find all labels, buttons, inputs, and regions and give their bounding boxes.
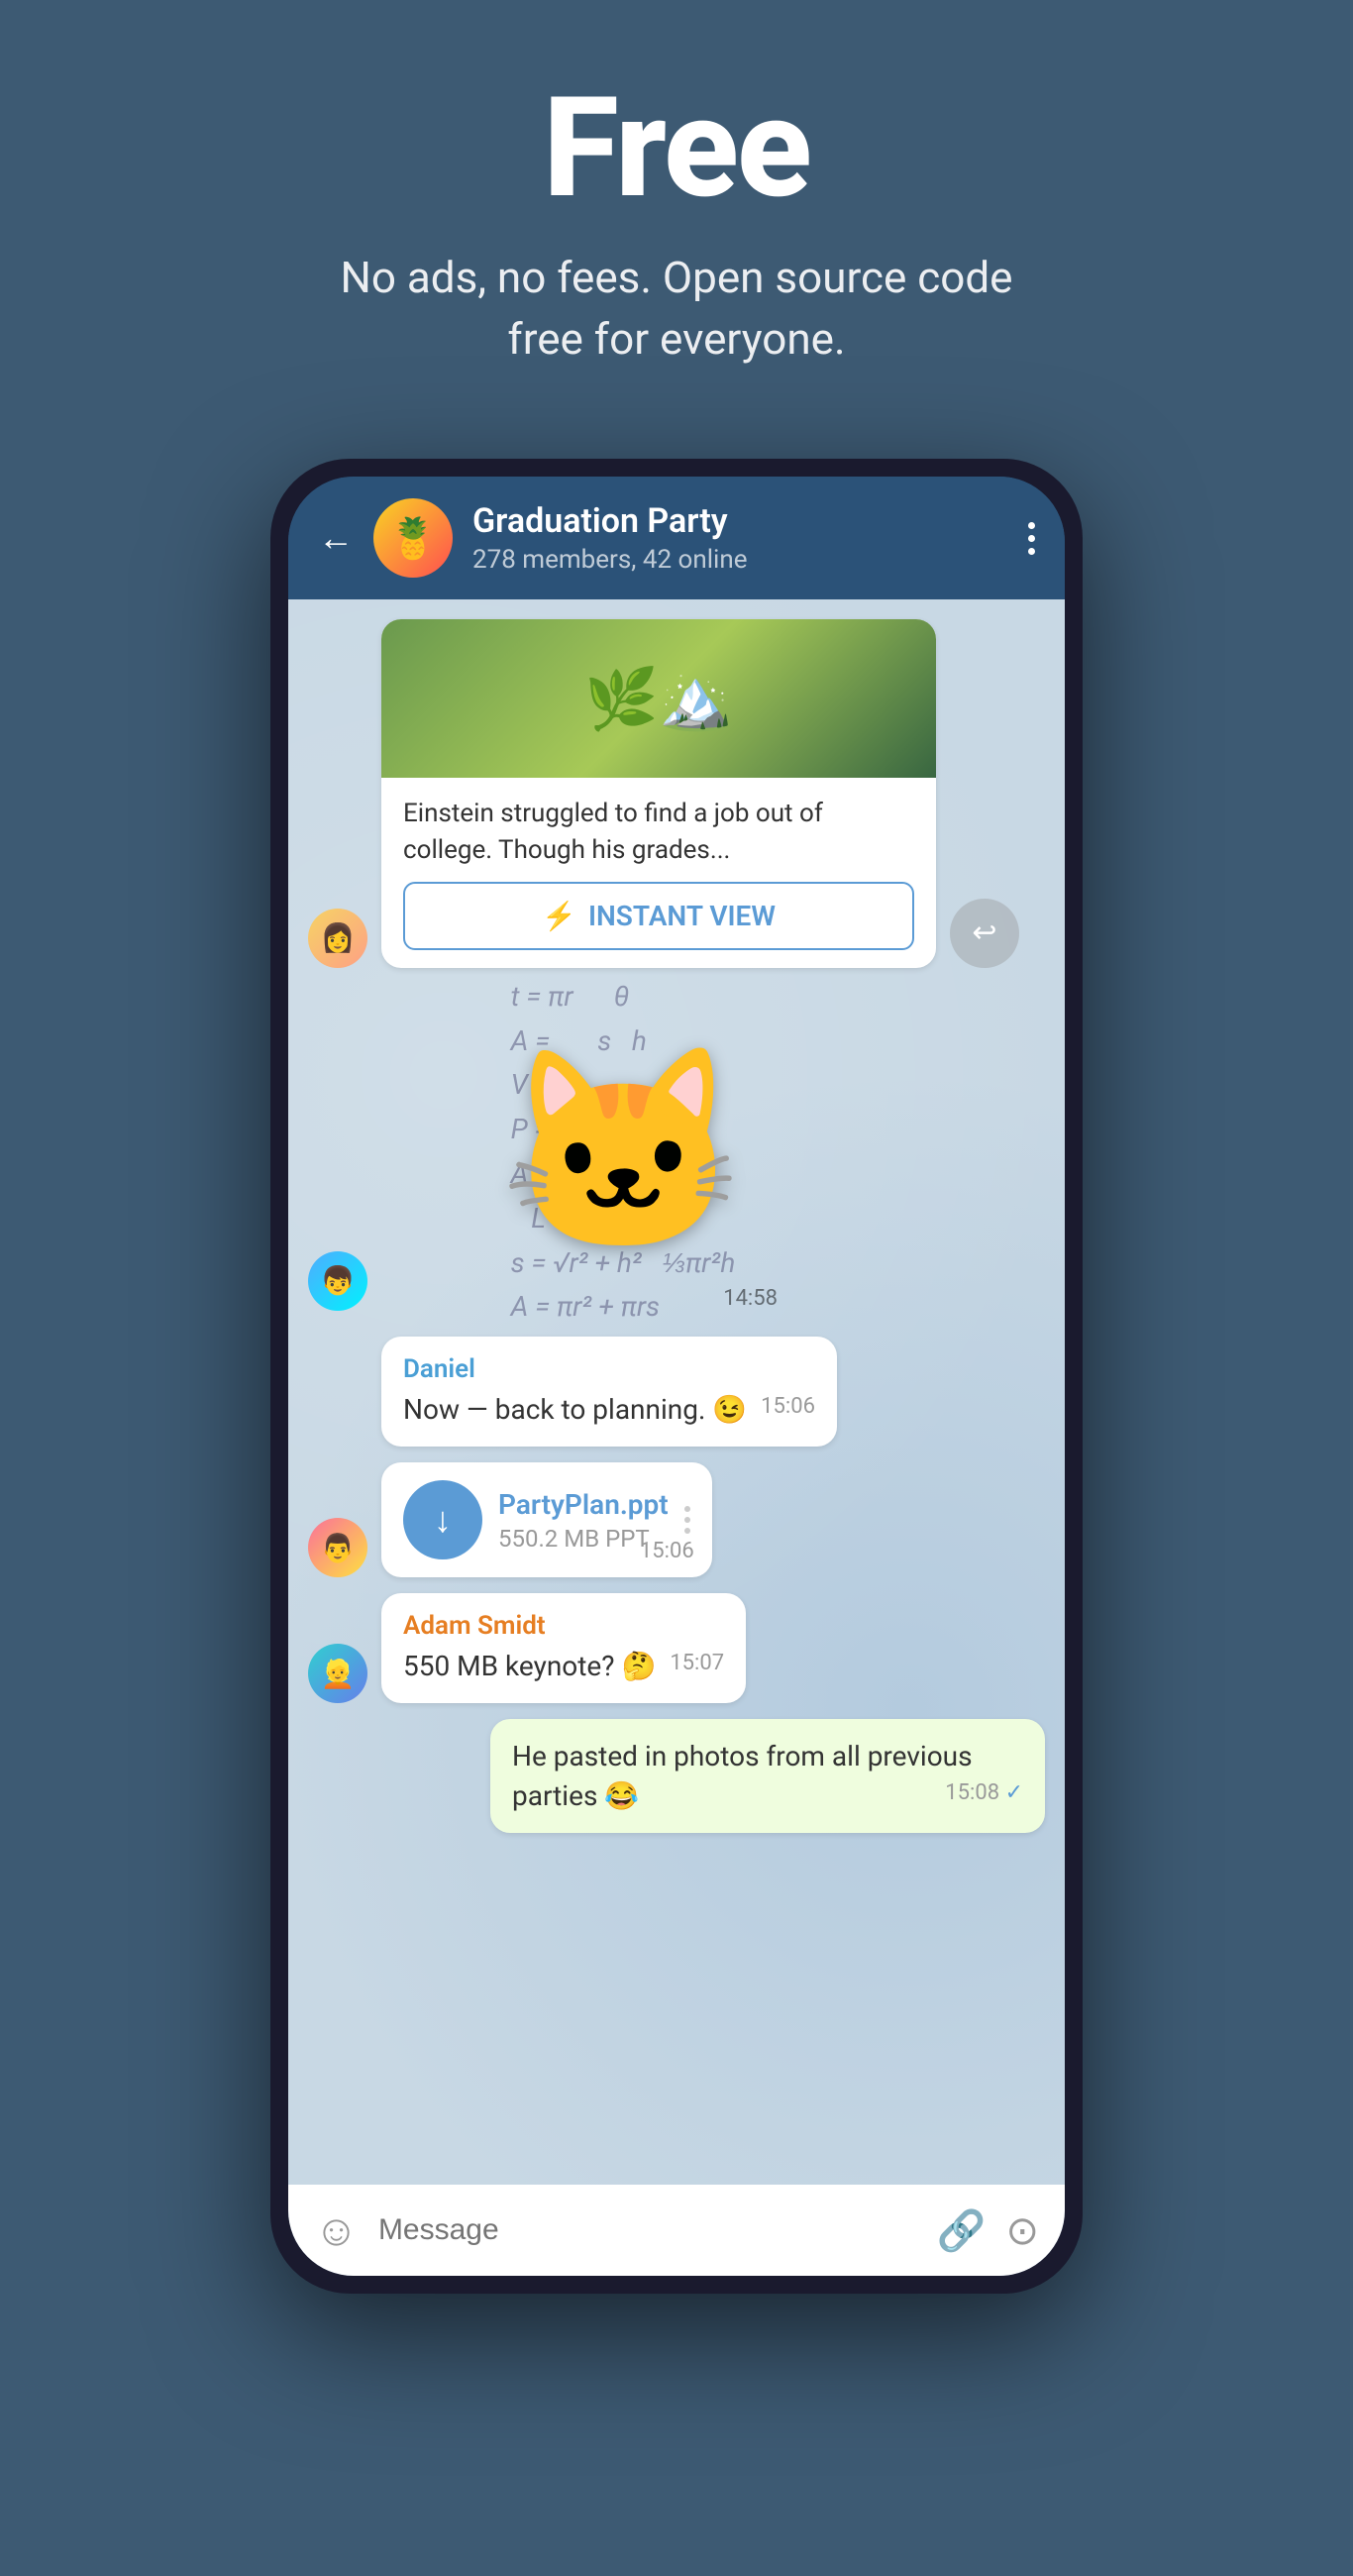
phone-wrapper: ← 🍍 Graduation Party 278 members, 42 onl… xyxy=(270,459,1083,2294)
instant-view-label: INSTANT VIEW xyxy=(588,900,776,932)
article-message-row: 👩 🌿🏔️ Einstein struggled to find a job o… xyxy=(308,619,1045,968)
file-time: 15:06 xyxy=(640,1539,694,1563)
checkmark-icon: ✓ xyxy=(1005,1780,1023,1805)
adam-sender-avatar: 👱 xyxy=(308,1644,367,1703)
group-name: Graduation Party xyxy=(472,501,1008,541)
chat-info: Graduation Party 278 members, 42 online xyxy=(472,501,1008,575)
adam-sender-name: Adam Smidt xyxy=(403,1611,724,1641)
group-avatar: 🍍 xyxy=(373,498,453,578)
adam-message-row: 👱 Adam Smidt 550 MB keynote? 🤔 15:07 xyxy=(308,1593,1045,1703)
input-bar: ☺ 🔗 ⊙ xyxy=(288,2185,1065,2276)
article-content: Einstein struggled to find a job out of … xyxy=(381,778,936,968)
file-sender-avatar: 👨 xyxy=(308,1518,367,1577)
emoji-button[interactable]: ☺ xyxy=(314,2204,359,2256)
forward-button[interactable]: ↩ xyxy=(950,899,1019,968)
adam-message-text: 550 MB keynote? 🤔 xyxy=(403,1650,656,1682)
sent-message-text: He pasted in photos from all previous pa… xyxy=(512,1740,973,1811)
message-input[interactable] xyxy=(378,2213,917,2247)
article-text: Einstein struggled to find a job out of … xyxy=(403,796,914,868)
file-name: PartyPlan.ppt xyxy=(498,1488,669,1521)
article-bubble: 🌿🏔️ Einstein struggled to find a job out… xyxy=(381,619,936,968)
phone-outer: ← 🍍 Graduation Party 278 members, 42 onl… xyxy=(270,459,1083,2294)
sticker-time: 14:58 xyxy=(723,1286,778,1311)
file-more-button[interactable] xyxy=(684,1506,690,1534)
cat-sticker: 🐱 xyxy=(499,1053,746,1251)
article-sender-avatar: 👩 xyxy=(308,909,367,968)
camera-button[interactable]: ⊙ xyxy=(1005,2207,1039,2254)
daniel-message-row: Daniel Now — back to planning. 😉 15:06 xyxy=(308,1337,1045,1447)
attach-button[interactable]: 🔗 xyxy=(937,2207,987,2254)
sticker-message-row: 👦 t = πr θ A = s h V = l³ P = 2πr A = πr… xyxy=(308,984,1045,1321)
daniel-sender-name: Daniel xyxy=(403,1354,815,1384)
back-button[interactable]: ← xyxy=(318,517,354,559)
instant-view-button[interactable]: ⚡ INSTANT VIEW xyxy=(403,882,914,950)
sent-message-row: He pasted in photos from all previous pa… xyxy=(308,1719,1045,1832)
more-options-button[interactable] xyxy=(1028,522,1035,555)
hero-subtitle: No ads, no fees. Open source code free f… xyxy=(330,248,1023,370)
lightning-icon: ⚡ xyxy=(542,900,576,932)
hero-title: Free xyxy=(543,79,810,218)
sticker-sender-avatar: 👦 xyxy=(308,1251,367,1311)
adam-bubble: Adam Smidt 550 MB keynote? 🤔 15:07 xyxy=(381,1593,746,1703)
adam-message-time: 15:07 xyxy=(670,1651,724,1675)
more-dots-icon xyxy=(1028,522,1035,555)
daniel-message-time: 15:06 xyxy=(761,1394,815,1419)
group-meta: 278 members, 42 online xyxy=(472,545,1008,575)
chat-body: 👩 🌿🏔️ Einstein struggled to find a job o… xyxy=(288,599,1065,2185)
daniel-message-text: Now — back to planning. 😉 xyxy=(403,1393,747,1426)
phone-inner: ← 🍍 Graduation Party 278 members, 42 onl… xyxy=(288,477,1065,2276)
chat-header: ← 🍍 Graduation Party 278 members, 42 onl… xyxy=(288,477,1065,599)
download-button[interactable]: ↓ xyxy=(403,1480,482,1559)
sticker-container: t = πr θ A = s h V = l³ P = 2πr A = πr² … xyxy=(455,984,791,1321)
daniel-bubble: Daniel Now — back to planning. 😉 15:06 xyxy=(381,1337,837,1447)
article-image: 🌿🏔️ xyxy=(381,619,936,778)
group-avatar-emoji: 🍍 xyxy=(388,515,438,562)
file-message-row: 👨 ↓ PartyPlan.ppt 550.2 MB PPT xyxy=(308,1462,1045,1577)
sent-message-time: 15:08 ✓ xyxy=(945,1780,1023,1805)
hero-section: Free No ads, no fees. Open source code f… xyxy=(0,0,1353,429)
file-bubble: ↓ PartyPlan.ppt 550.2 MB PPT 15:06 xyxy=(381,1462,712,1577)
download-arrow-icon: ↓ xyxy=(434,1499,452,1541)
sent-bubble: He pasted in photos from all previous pa… xyxy=(490,1719,1045,1832)
